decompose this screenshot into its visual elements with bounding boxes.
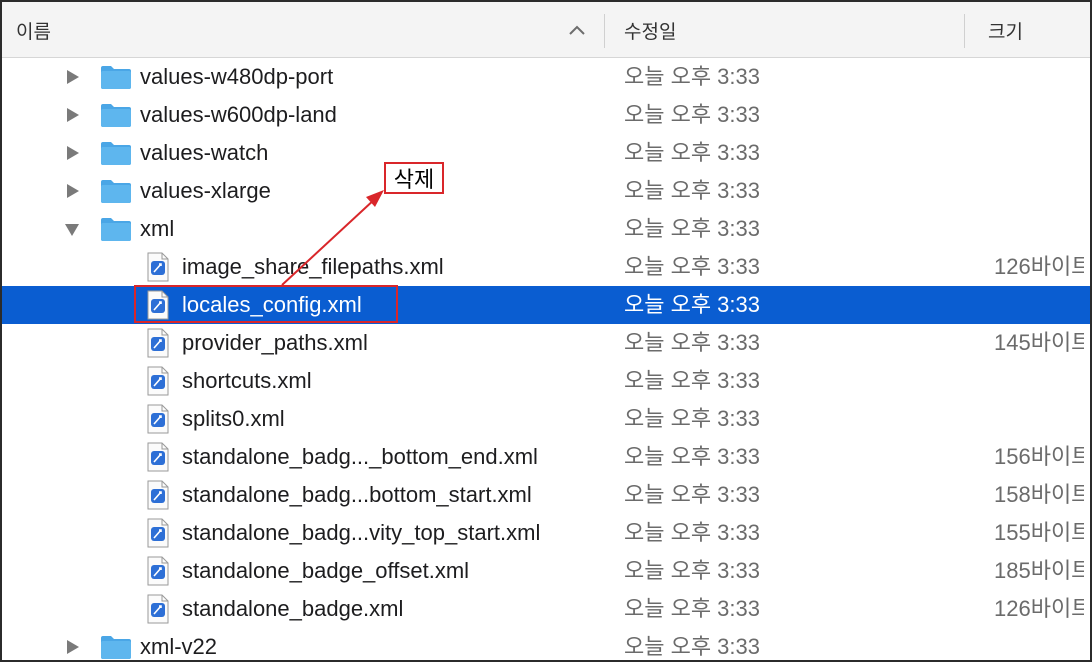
modified-date: 오늘 오후 3:33 [624,634,761,659]
list-item[interactable]: image_share_filepaths.xml 오늘 오후 3:33 126바이… [2,248,1090,286]
file-size: 145바이트 [994,330,1084,355]
modified-date: 오늘 오후 3:33 [624,368,761,393]
column-header-name[interactable]: 이름 [16,2,604,58]
folder-icon [101,142,131,165]
list-item[interactable]: standalone_badge_offset.xml 오늘 오후 3:33 185… [2,552,1090,590]
file-name: standalone_badge.xml [182,596,404,621]
disclosure-expanded-icon[interactable] [64,221,80,237]
modified-date: 오늘 오후 3:33 [624,292,761,317]
xml-file-icon [147,594,169,624]
xml-file-icon [147,480,169,510]
modified-date: 오늘 오후 3:33 [624,216,761,241]
modified-date: 오늘 오후 3:33 [624,254,761,279]
annotation-label: 삭제 [384,162,444,194]
finder-window: 이름 수정일 크기 values-w480dp-port 오늘 오후 3:33 va… [0,0,1092,662]
list-item[interactable]: provider_paths.xml 오늘 오후 3:33 145바이트 [2,324,1090,362]
chevron-up-icon[interactable] [568,22,586,38]
file-size: 156바이트 [994,444,1084,469]
list-item[interactable]: standalone_badge.xml 오늘 오후 3:33 126바이트 [2,590,1090,628]
column-header-date[interactable]: 수정일 [624,2,964,58]
file-name: values-xlarge [140,178,271,203]
disclosure-collapsed-icon[interactable] [64,69,80,85]
disclosure-collapsed-icon[interactable] [64,107,80,123]
file-size: 158바이트 [994,482,1084,507]
column-header: 이름 수정일 크기 [2,2,1090,58]
xml-file-icon [147,290,169,320]
list-item[interactable]: standalone_badg...bottom_start.xml 오늘 오후 … [2,476,1090,514]
list-item[interactable]: values-watch 오늘 오후 3:33 [2,134,1090,172]
list-item[interactable]: standalone_badg...vity_top_start.xml 오늘 오… [2,514,1090,552]
file-name: splits0.xml [182,406,285,431]
xml-file-icon [147,442,169,472]
annotation-label-text: 삭제 [393,167,435,192]
modified-date: 오늘 오후 3:33 [624,330,761,355]
folder-icon [101,218,131,241]
folder-icon [101,180,131,203]
file-name: values-watch [140,140,269,165]
file-name: locales_config.xml [182,292,362,317]
column-divider[interactable] [964,14,965,48]
modified-date: 오늘 오후 3:33 [624,520,761,545]
disclosure-collapsed-icon[interactable] [64,183,80,199]
folder-icon [101,104,131,127]
modified-date: 오늘 오후 3:33 [624,482,761,507]
modified-date: 오늘 오후 3:33 [624,596,761,621]
file-size: 126바이트 [994,596,1084,621]
file-name: xml [140,216,175,241]
column-header-date-label: 수정일 [624,21,677,43]
file-name: standalone_badg..._bottom_end.xml [182,444,538,469]
disclosure-collapsed-icon[interactable] [64,639,80,655]
column-divider[interactable] [604,14,605,48]
column-header-size[interactable]: 크기 [988,2,1088,58]
list-item[interactable]: values-w480dp-port 오늘 오후 3:33 [2,58,1090,96]
list-item[interactable]: values-xlarge 오늘 오후 3:33 [2,172,1090,210]
xml-file-icon [147,518,169,548]
xml-file-icon [147,252,169,282]
modified-date: 오늘 오후 3:33 [624,178,761,203]
modified-date: 오늘 오후 3:33 [624,444,761,469]
file-name: provider_paths.xml [182,330,368,355]
xml-file-icon [147,328,169,358]
modified-date: 오늘 오후 3:33 [624,64,761,89]
file-size: 185바이트 [994,558,1084,583]
file-size: 126바이트 [994,254,1084,279]
file-name: values-w480dp-port [140,64,334,89]
file-name: values-w600dp-land [140,102,337,127]
disclosure-collapsed-icon[interactable] [64,145,80,161]
file-name: image_share_filepaths.xml [182,254,444,279]
modified-date: 오늘 오후 3:33 [624,140,761,165]
folder-icon [101,636,131,659]
list-item[interactable]: standalone_badg..._bottom_end.xml 오늘 오후 3… [2,438,1090,476]
list-item[interactable]: xml-v22 오늘 오후 3:33 [2,628,1090,660]
xml-file-icon [147,366,169,396]
folder-icon [101,66,131,89]
list-item[interactable]: splits0.xml 오늘 오후 3:33 [2,400,1090,438]
column-header-size-label: 크기 [988,21,1023,43]
modified-date: 오늘 오후 3:33 [624,406,761,431]
xml-file-icon [147,556,169,586]
file-name: shortcuts.xml [182,368,312,393]
list-item[interactable]: locales_config.xml 오늘 오후 3:33 [2,286,1090,324]
xml-file-icon [147,404,169,434]
file-name: xml-v22 [140,634,218,659]
list-item[interactable]: xml 오늘 오후 3:33 [2,210,1090,248]
file-size: 155바이트 [994,520,1084,545]
column-header-name-label: 이름 [16,21,51,43]
list-item[interactable]: shortcuts.xml 오늘 오후 3:33 [2,362,1090,400]
file-name: standalone_badg...bottom_start.xml [182,482,532,507]
modified-date: 오늘 오후 3:33 [624,558,761,583]
modified-date: 오늘 오후 3:33 [624,102,761,127]
file-name: standalone_badg...vity_top_start.xml [182,520,541,545]
list-item[interactable]: values-w600dp-land 오늘 오후 3:33 [2,96,1090,134]
file-name: standalone_badge_offset.xml [182,558,470,583]
